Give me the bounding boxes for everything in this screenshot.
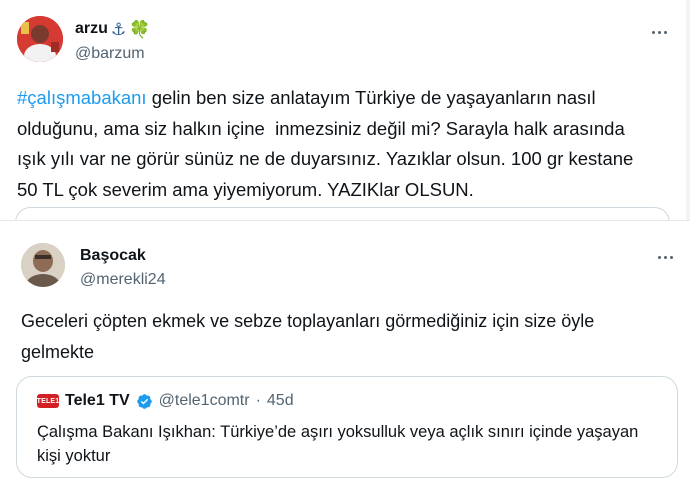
- clover-icon: 🍀: [129, 19, 151, 39]
- quoted-handle[interactable]: @tele1comtr: [159, 392, 250, 410]
- verified-badge-icon: [136, 393, 152, 409]
- quoted-tweet[interactable]: TELE1 Tele1 TV @tele1comtr · 45d Çalışma…: [16, 376, 678, 478]
- hashtag-link[interactable]: #çalışmabakanı: [17, 87, 147, 108]
- handle[interactable]: @barzum: [75, 45, 145, 63]
- separator-dot: ·: [255, 392, 261, 409]
- quoted-tweet-text: Çalışma Bakanı Işıkhan: Türkiye’de aşırı…: [37, 423, 639, 465]
- tele1-logo[interactable]: TELE1: [37, 394, 59, 408]
- display-name[interactable]: Başocak: [80, 247, 146, 265]
- author-row: Başocak: [80, 247, 146, 265]
- anchor-icon: ⚓: [110, 19, 127, 39]
- tweet-card-top[interactable]: arzu ⚓ 🍀 @barzum #çalışmabakanı gelin be…: [0, 0, 690, 238]
- tweet-text: #çalışmabakanı gelin ben size anlatayım …: [17, 83, 657, 205]
- quoted-timestamp[interactable]: 45d: [267, 392, 294, 410]
- quoted-display-name[interactable]: Tele1 TV: [65, 392, 130, 410]
- handle[interactable]: @merekli24: [80, 271, 166, 289]
- avatar[interactable]: [21, 243, 65, 287]
- tweet-text: Geceleri çöpten ekmek ve sebze toplayanl…: [21, 311, 600, 362]
- more-horizontal-icon[interactable]: [648, 21, 670, 43]
- scroll-edge: [686, 0, 690, 222]
- author-row: arzu ⚓ 🍀: [75, 20, 150, 38]
- quoted-tweet-header: TELE1 Tele1 TV @tele1comtr · 45d: [37, 392, 294, 410]
- avatar[interactable]: [17, 16, 63, 62]
- display-name[interactable]: arzu: [75, 20, 108, 38]
- more-horizontal-icon[interactable]: [654, 246, 676, 268]
